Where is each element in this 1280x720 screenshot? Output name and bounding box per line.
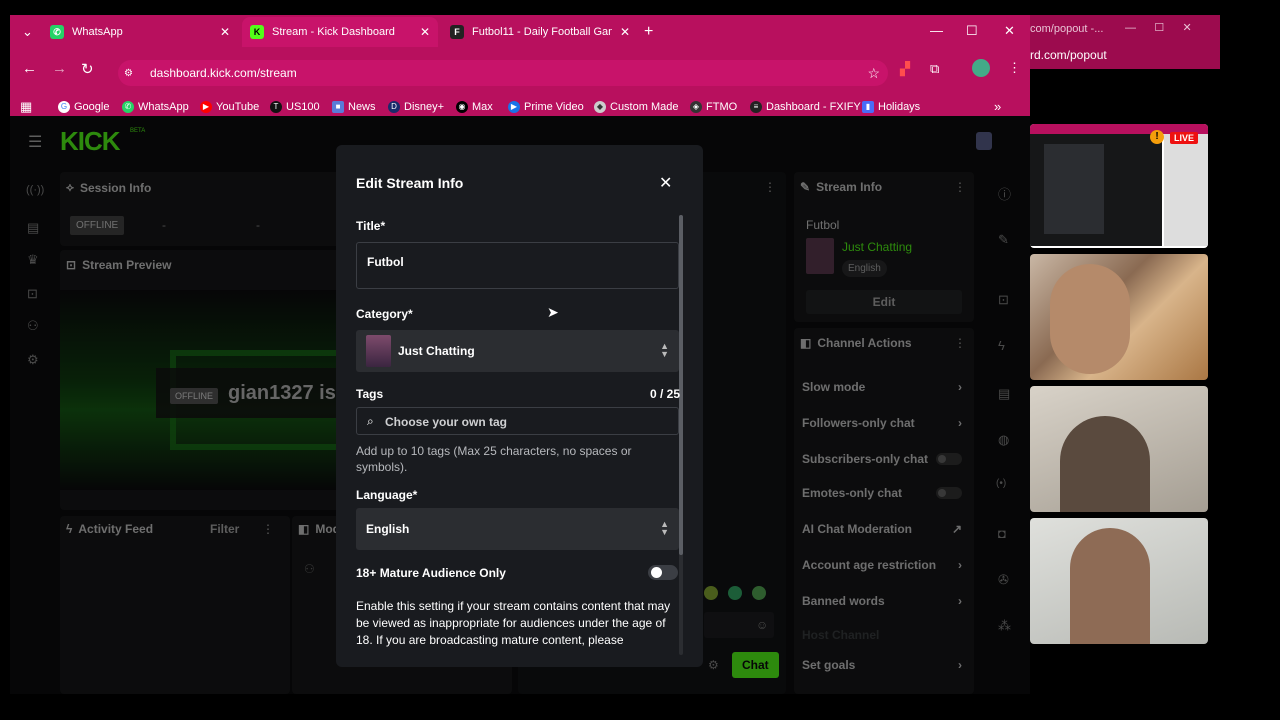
edit-stream-info-modal: Edit Stream Info ✕ Title* Futbol Categor… bbox=[336, 145, 703, 667]
bookmark-label: YouTube bbox=[216, 101, 260, 113]
bookmark-label: WhatsApp bbox=[138, 101, 189, 113]
bookmarks-overflow-icon[interactable]: » bbox=[994, 99, 1001, 114]
participant-face bbox=[1060, 416, 1150, 512]
close-tab-icon[interactable]: ✕ bbox=[420, 25, 430, 39]
mature-audience-label: 18+ Mature Audience Only bbox=[356, 566, 506, 580]
participant-face bbox=[1050, 264, 1130, 374]
maximize-window-icon[interactable]: ☐ bbox=[966, 23, 978, 39]
address-bar[interactable]: ⚙ dashboard.kick.com/stream ☆ bbox=[118, 60, 888, 86]
tab-label: Stream - Kick Dashboard bbox=[272, 26, 395, 38]
bookmark-label: Custom Made bbox=[610, 101, 679, 113]
bookmark-label: Google bbox=[74, 101, 110, 113]
webcam-feed-1 bbox=[1030, 254, 1208, 380]
tab-futbol11[interactable]: F Futbol11 - Daily Football Game ✕ bbox=[442, 17, 638, 47]
bookmark-dashboard-fxify[interactable]: ≡ Dashboard - FXIFY bbox=[750, 101, 861, 113]
select-arrows-icon: ▲ ▼ bbox=[660, 341, 669, 359]
bookmark-google[interactable]: G Google bbox=[58, 101, 109, 113]
futbol11-icon: F bbox=[450, 25, 464, 39]
back-icon[interactable]: ← bbox=[22, 60, 37, 77]
minimize-window-icon[interactable]: — bbox=[930, 23, 943, 38]
bookmark-label: Disney+ bbox=[404, 101, 445, 113]
category-value: Just Chatting bbox=[398, 344, 475, 358]
live-badge: LIVE bbox=[1170, 132, 1199, 144]
scrollbar-thumb[interactable] bbox=[679, 215, 683, 555]
bookmark-holidays[interactable]: ▮ Holidays bbox=[862, 101, 920, 113]
extension-icon[interactable]: ▞ bbox=[900, 61, 910, 77]
tab-whatsapp[interactable]: ✆ WhatsApp ✕ bbox=[42, 17, 238, 47]
kick-icon: K bbox=[250, 25, 264, 39]
webcam-feed-2 bbox=[1030, 386, 1208, 512]
second-window-tab-label[interactable]: com/popout -... bbox=[1030, 23, 1103, 35]
bookmark-label: FTMO bbox=[706, 101, 738, 113]
close-tab-icon[interactable]: ✕ bbox=[620, 25, 630, 39]
mature-audience-help: Enable this setting if your stream conta… bbox=[356, 599, 671, 647]
language-select[interactable]: English ▲ ▼ bbox=[356, 508, 679, 550]
bookmark-youtube[interactable]: ▶ YouTube bbox=[200, 101, 259, 113]
bookmark-label: Dashboard - FXIFY bbox=[766, 101, 861, 113]
search-icon: ⌕ bbox=[367, 414, 374, 428]
second-window-controls-icon[interactable]: — ☐ ✕ bbox=[1125, 21, 1192, 34]
extensions-puzzle-icon[interactable]: ⧉ bbox=[930, 61, 939, 77]
close-tab-icon[interactable]: ✕ bbox=[220, 25, 230, 39]
second-browser-window: com/popout -... — ☐ ✕ rd.com/popout bbox=[1030, 15, 1220, 69]
bookmark-label: News bbox=[348, 101, 376, 113]
bookmark-ftmo[interactable]: ◈ FTMO bbox=[690, 101, 737, 113]
thumbnail-faces bbox=[1164, 134, 1208, 246]
close-icon[interactable]: ✕ bbox=[659, 173, 672, 193]
bookmark-star-icon[interactable]: ☆ bbox=[867, 65, 880, 82]
thumbnail-modal bbox=[1044, 144, 1104, 234]
tab-label: WhatsApp bbox=[72, 26, 123, 38]
scrollbar-track[interactable] bbox=[679, 215, 683, 655]
profile-avatar[interactable] bbox=[972, 59, 990, 77]
tab-label: Futbol11 - Daily Football Game bbox=[472, 26, 612, 38]
bookmark-us100[interactable]: T US100 bbox=[270, 101, 320, 113]
category-label: Category* bbox=[356, 307, 413, 321]
screen-share-thumbnail[interactable]: LIVE ! bbox=[1030, 124, 1208, 248]
mature-audience-toggle[interactable] bbox=[648, 565, 678, 580]
bookmark-whatsapp[interactable]: ✆ WhatsApp bbox=[122, 101, 189, 113]
tags-label: Tags bbox=[356, 387, 384, 401]
alert-icon: ! bbox=[1150, 130, 1164, 144]
bookmark-news[interactable]: ■ News bbox=[332, 101, 376, 113]
modal-title: Edit Stream Info bbox=[356, 175, 464, 191]
site-info-icon[interactable]: ⚙ bbox=[124, 68, 133, 79]
forward-icon[interactable]: → bbox=[52, 60, 67, 77]
bookmark-label: Max bbox=[472, 101, 493, 113]
tab-search-chevron-icon[interactable]: ⌄ bbox=[22, 24, 33, 40]
bookmark-label: Holidays bbox=[878, 101, 921, 113]
tab-kick-dashboard[interactable]: K Stream - Kick Dashboard ✕ bbox=[242, 17, 438, 47]
mouse-cursor-icon: ➤ bbox=[547, 304, 559, 320]
whatsapp-icon: ✆ bbox=[50, 25, 64, 39]
title-input[interactable]: Futbol bbox=[356, 242, 679, 289]
tags-placeholder: Choose your own tag bbox=[385, 415, 508, 429]
toggle-knob bbox=[651, 567, 662, 578]
second-window-url[interactable]: rd.com/popout bbox=[1030, 48, 1107, 62]
title-label: Title* bbox=[356, 219, 386, 233]
bookmark-custom-made[interactable]: ◆ Custom Made bbox=[594, 101, 678, 113]
category-select[interactable]: Just Chatting ▲ ▼ bbox=[356, 330, 679, 372]
bookmark-label: US100 bbox=[286, 101, 320, 113]
url-text: dashboard.kick.com/stream bbox=[150, 66, 297, 80]
tags-count: 0 / 25 bbox=[649, 387, 680, 401]
category-thumbnail bbox=[366, 335, 391, 367]
bookmark-prime-video[interactable]: ▶ Prime Video bbox=[508, 101, 584, 113]
tags-help-text: Add up to 10 tags (Max 25 characters, no… bbox=[356, 444, 632, 474]
tags-input[interactable]: ⌕ Choose your own tag bbox=[356, 407, 679, 435]
language-label: Language* bbox=[356, 488, 418, 502]
browser-window-chrome: ⌄ ✆ WhatsApp ✕ K Stream - Kick Dashboard… bbox=[10, 15, 1030, 116]
new-tab-button[interactable]: + bbox=[644, 23, 653, 41]
webcam-feed-3 bbox=[1030, 518, 1208, 644]
reload-icon[interactable]: ↻ bbox=[81, 60, 94, 78]
title-input-value: Futbol bbox=[367, 255, 404, 269]
language-value: English bbox=[366, 522, 410, 536]
browser-menu-icon[interactable]: ⋮ bbox=[1008, 60, 1021, 76]
participant-face bbox=[1070, 528, 1150, 644]
bookmark-disney[interactable]: D Disney+ bbox=[388, 101, 444, 113]
select-arrows-icon: ▲ ▼ bbox=[660, 519, 669, 537]
bookmark-max[interactable]: ◉ Max bbox=[456, 101, 493, 113]
bookmark-label: Prime Video bbox=[524, 101, 584, 113]
close-window-icon[interactable]: ✕ bbox=[1004, 23, 1015, 39]
apps-grid-icon[interactable]: ▦ bbox=[20, 99, 32, 115]
